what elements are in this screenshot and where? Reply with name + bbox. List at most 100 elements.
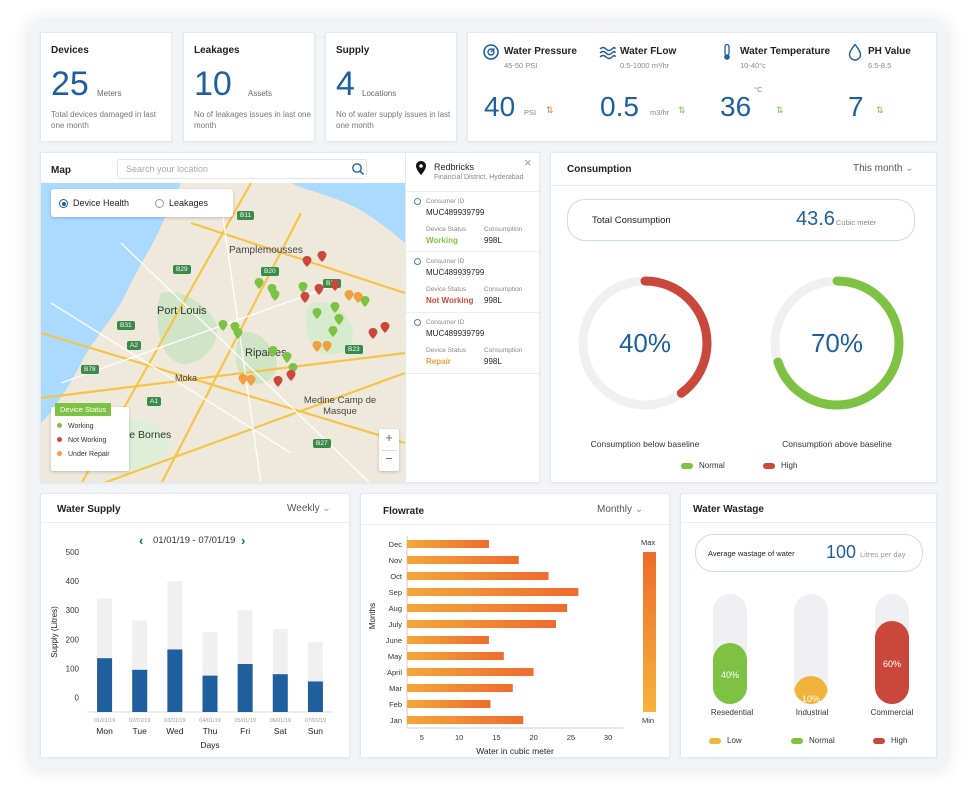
devices-count: 25 — [51, 65, 89, 103]
legend-high: High — [873, 736, 907, 745]
x-tick-label: Sat — [274, 726, 287, 736]
consumer-id-label: Consumer ID — [426, 258, 465, 265]
legend-high: High — [763, 461, 797, 470]
trend-arrows-icon: ⇅ — [776, 105, 784, 115]
device-status-label: Device Status — [426, 226, 467, 233]
y-tick-label: 400 — [66, 577, 80, 586]
x-date-label: 07/01/19 — [305, 718, 326, 724]
flowrate-period-dropdown[interactable]: Monthly ⌄ — [597, 504, 643, 515]
legend-not-working: Not Working — [57, 437, 106, 444]
residential-tube: 40% — [713, 594, 747, 704]
location-details-panel: Redbricks Financial District, Hyderabad … — [405, 153, 539, 482]
consumption-card: Consumption This month ⌄ Total Consumpti… — [550, 152, 937, 483]
bar-supply — [307, 681, 323, 712]
bar-supply — [272, 674, 288, 712]
y-tick-label: Feb — [389, 700, 402, 709]
x-axis-label: Water in cubic meter — [476, 746, 554, 756]
bar-supply — [237, 664, 253, 712]
supply-card[interactable]: Supply 4 Locations No of water supply is… — [325, 32, 457, 142]
flow-bar — [407, 540, 489, 548]
y-tick-label: Nov — [389, 556, 403, 565]
x-date-label: 01/01/19 — [94, 718, 115, 724]
zoom-out-button[interactable]: − — [379, 451, 399, 466]
tube-percent: 40% — [720, 669, 739, 680]
gauge-icon — [483, 44, 499, 60]
water-wastage-title: Water Wastage — [693, 504, 764, 515]
bar-supply — [97, 658, 113, 712]
flow-bar — [407, 572, 549, 580]
leakages-card[interactable]: Leakages 10 Assets No of leakages issues… — [183, 32, 315, 142]
consumer-item[interactable]: Consumer ID MUC489939799 Device Status C… — [406, 252, 539, 313]
trend-arrows-icon: ⇅ — [546, 105, 554, 115]
water-pressure-kpi[interactable]: Water Pressure 45-50 PSI 40 PSI ⇅ — [468, 33, 586, 141]
x-axis-label: Days — [200, 740, 219, 750]
ph-value-value: 7 — [848, 91, 864, 122]
legend-title: Device Status — [55, 403, 112, 416]
map-view[interactable]: Device Health Leakages Pamplemousses Por… — [41, 183, 405, 482]
consumption-value: 998L — [484, 236, 502, 245]
y-tick-label: July — [389, 620, 403, 629]
x-date-label: 05/01/19 — [234, 718, 255, 724]
y-tick-label: Aug — [389, 604, 402, 613]
x-tick-label: 25 — [567, 733, 575, 742]
leakages-desc: No of leakages issues in last one month — [194, 110, 311, 130]
thermometer-icon — [724, 43, 730, 60]
legend-under-repair: Under Repair — [57, 451, 110, 458]
y-tick-label: Jan — [390, 716, 402, 725]
consumer-id: MUC489939799 — [426, 208, 485, 217]
x-tick-label: Sun — [308, 726, 323, 736]
water-supply-chart: 500 400 300 200 100 0 01/01/19 Mon 02/01/19 Tue 03… — [50, 548, 333, 750]
water-supply-period-dropdown[interactable]: Weekly ⌄ — [287, 503, 331, 514]
location-search-input[interactable]: Search your location — [117, 159, 367, 179]
y-axis-label: Months — [368, 603, 377, 629]
consumption-title: Consumption — [567, 164, 632, 175]
leakages-count: 10 — [194, 65, 232, 103]
zoom-in-button[interactable]: + — [379, 430, 399, 445]
ring-percent: 70% — [811, 328, 863, 358]
x-tick-label: Thu — [203, 726, 218, 736]
search-icon[interactable] — [351, 162, 365, 176]
total-consumption-label: Total Consumption — [592, 215, 671, 226]
y-tick-label: Sep — [389, 588, 402, 597]
device-status-legend: Device Status Working Not Working Under … — [51, 403, 129, 471]
ph-value-range: 6.5-8.5 — [868, 61, 892, 70]
legend-normal: Normal — [681, 461, 725, 470]
ring-percent: 40% — [619, 328, 671, 358]
commercial-tube: 60% — [875, 594, 909, 704]
tube-label: Industrial — [795, 708, 829, 717]
devices-card[interactable]: Devices 25 Meters Total devices damaged … — [40, 32, 172, 142]
bar-supply — [167, 649, 183, 712]
device-status-value: Working — [426, 236, 458, 245]
water-pressure-value: 40 — [484, 91, 516, 122]
chevron-down-icon: ⌄ — [322, 503, 331, 514]
ph-value-kpi[interactable]: PH Value 6.5-8.5 7 ⇅ — [832, 33, 936, 141]
device-status-value: Repair — [426, 357, 451, 366]
total-consumption-pill: Total Consumption 43.6 Cubic meter — [567, 199, 915, 241]
flow-bar — [407, 684, 513, 692]
devices-title: Devices — [51, 45, 89, 56]
consumption-period-dropdown[interactable]: This month ⌄ — [853, 163, 914, 174]
water-temperature-range: 10-40°c — [740, 61, 766, 70]
close-icon[interactable]: × — [524, 155, 532, 170]
zoom-controls: + − — [379, 429, 399, 471]
consumption-value: 998L — [484, 296, 502, 305]
x-tick-label: 20 — [529, 733, 537, 742]
y-tick-label: Oct — [390, 572, 403, 581]
y-tick-label: 300 — [66, 606, 80, 615]
consumer-item[interactable]: Consumer ID MUC489939799 Device Status C… — [406, 313, 539, 374]
x-date-label: 06/01/19 — [270, 718, 291, 724]
consumer-id: MUC489939799 — [426, 268, 485, 277]
industrial-tube: 10% — [794, 594, 828, 704]
water-flow-title: Water FLow — [620, 46, 677, 57]
consumer-item[interactable]: Consumer ID MUC489939799 Device Status C… — [406, 191, 539, 252]
water-flow-kpi[interactable]: Water FLow 0.5-1000 m³/hr 0.5 m3/hr ⇅ — [584, 33, 702, 141]
flow-gradient-scale — [643, 552, 656, 712]
ph-value-title: PH Value — [868, 46, 911, 57]
consumer-id-label: Consumer ID — [426, 198, 465, 205]
flow-bar — [407, 604, 568, 612]
tube-percent: 60% — [882, 658, 901, 669]
consumption-label: Consumption — [484, 226, 523, 233]
flowrate-card: Flowrate Monthly ⌄ Dec Nov Oct Sep Aug July Ju… — [360, 493, 670, 758]
water-temperature-kpi[interactable]: Water Temperature 10-40°c 36 °C ⇅ — [704, 33, 830, 141]
average-wastage-value: 100 — [826, 542, 857, 562]
